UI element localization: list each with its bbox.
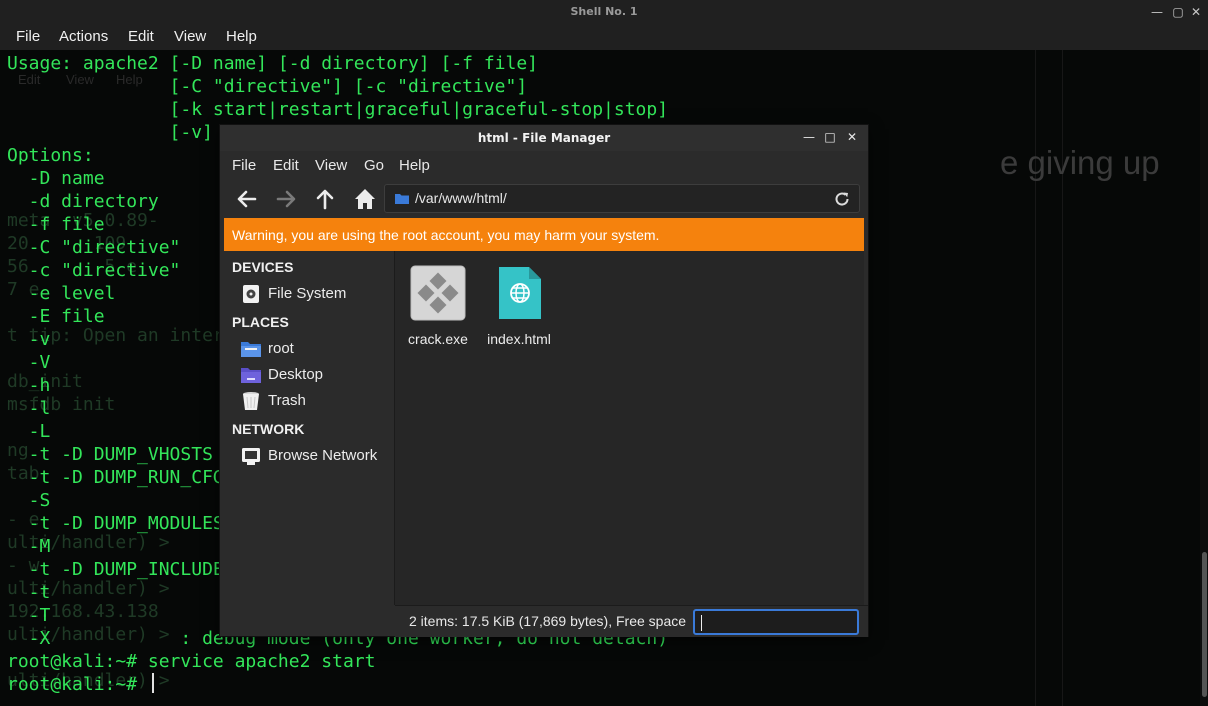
terminal-line: -f file	[7, 214, 105, 235]
arrow-left-icon	[237, 190, 257, 208]
reload-icon[interactable]	[833, 190, 851, 208]
close-icon[interactable]: ✕	[844, 129, 860, 145]
file-manager-title: html - File Manager	[477, 131, 611, 145]
fm-menu-go[interactable]: Go	[364, 157, 384, 174]
back-button[interactable]	[233, 185, 261, 213]
status-text: 2 items: 17.5 KiB (17,869 bytes), Free s…	[409, 613, 687, 629]
menu-edit[interactable]: Edit	[128, 28, 154, 45]
fm-menu-file[interactable]: File	[232, 157, 256, 174]
terminal-line: -E file	[7, 306, 105, 327]
menu-view[interactable]: View	[174, 28, 206, 45]
terminal-line: -L	[7, 421, 51, 442]
drive-icon	[243, 285, 259, 303]
file-name: crack.exe	[408, 331, 468, 347]
maximize-icon[interactable]: ▢	[1169, 3, 1187, 21]
sidebar-item-label: Desktop	[268, 366, 324, 383]
html-file-icon	[491, 265, 547, 321]
menu-actions[interactable]: Actions	[59, 28, 108, 45]
home-button[interactable]	[351, 185, 379, 213]
sidebar-item-label: Browse Network	[268, 447, 378, 464]
executable-icon	[410, 265, 466, 321]
terminal-cursor	[151, 673, 154, 693]
desktop-folder-icon	[241, 368, 261, 383]
terminal-prompt-text: root@kali:~#	[7, 674, 148, 695]
terminal-line: -e level	[7, 283, 116, 304]
terminal-line: [-v]	[7, 122, 213, 143]
terminal-line: -V	[7, 352, 51, 373]
root-warning-banner: Warning, you are using the root account,…	[224, 218, 864, 251]
folder-icon	[241, 342, 261, 357]
menu-help[interactable]: Help	[226, 28, 257, 45]
terminal-line: -t -D DUMP_RUN_CFG	[7, 467, 224, 488]
sidebar-item-label: root	[268, 340, 294, 357]
fm-menu-view[interactable]: View	[315, 157, 347, 174]
terminal-line: -d directory	[7, 191, 159, 212]
location-path: /var/www/html/	[415, 190, 507, 206]
root-warning-text: Warning, you are using the root account,…	[232, 227, 660, 243]
sidebar-header-network: NETWORK	[232, 421, 305, 437]
location-bar[interactable]: /var/www/html/	[384, 184, 860, 213]
file-manager-window: html - File Manager — □ ✕ File Edit View…	[220, 125, 868, 637]
terminal-line: -t -D DUMP_INCLUDES	[7, 559, 235, 580]
folder-icon	[395, 194, 409, 204]
file-view[interactable]: crack.exe index.html	[395, 251, 864, 605]
maximize-icon[interactable]: □	[822, 129, 838, 145]
fm-menu-help[interactable]: Help	[399, 157, 430, 174]
background-text: e giving up	[1000, 144, 1160, 181]
trash-icon	[243, 392, 259, 410]
sidebar-header-devices: DEVICES	[232, 259, 294, 275]
sidebar-header-places: PLACES	[232, 314, 289, 330]
terminal-line: [-C "directive"] [-c "directive"]	[7, 76, 528, 97]
terminal-prompt[interactable]: root@kali:~#	[7, 673, 154, 696]
terminal-line: -M	[7, 536, 51, 557]
terminal-line: -T	[7, 605, 51, 626]
terminal-line: Options:	[7, 145, 94, 166]
file-item-crack-exe[interactable]: crack.exe	[398, 265, 478, 347]
terminal-line: -D name	[7, 168, 105, 189]
minimize-icon[interactable]: —	[1148, 3, 1166, 21]
file-name: index.html	[487, 331, 551, 347]
terminal-line: -c "directive"	[7, 260, 181, 281]
sidebar: DEVICES File System PLACES root Desktop …	[220, 251, 394, 605]
file-item-index-html[interactable]: index.html	[479, 265, 559, 347]
sidebar-item-label: File System	[268, 285, 347, 302]
status-bar-left	[220, 605, 395, 636]
terminal-line: [-k start|restart|graceful|graceful-stop…	[7, 99, 669, 120]
terminal-scroll-thumb[interactable]	[1202, 552, 1207, 697]
terminal-line: -h	[7, 375, 51, 396]
fm-menu-edit[interactable]: Edit	[273, 157, 299, 174]
terminal-titlebar: Shell No. 1 — ▢ ✕	[0, 0, 1208, 24]
file-manager-menubar: File Edit View Go Help	[220, 151, 868, 179]
close-icon[interactable]: ✕	[1187, 3, 1205, 21]
terminal-line: root@kali:~# service apache2 start	[7, 651, 376, 672]
terminal-line: -t -D DUMP_MODULES	[7, 513, 224, 534]
input-cursor	[701, 615, 702, 631]
terminal-line: -v	[7, 329, 51, 350]
terminal-line: Usage: apache2 [-D name] [-d directory] …	[7, 53, 539, 74]
terminal-title: Shell No. 1	[570, 5, 638, 18]
terminal-line: -S	[7, 490, 51, 511]
sidebar-item-label: Trash	[268, 392, 306, 409]
terminal-line: -t -D DUMP_VHOSTS	[7, 444, 213, 465]
terminal-line: -C "directive"	[7, 237, 181, 258]
arrow-right-icon	[276, 190, 296, 208]
menu-file[interactable]: File	[16, 28, 40, 45]
minimize-icon[interactable]: —	[801, 129, 817, 145]
home-icon	[355, 189, 375, 209]
status-bar: 2 items: 17.5 KiB (17,869 bytes), Free s…	[395, 605, 868, 637]
terminal-menubar: File Actions Edit View Help	[0, 24, 1208, 50]
up-button[interactable]	[311, 185, 339, 213]
file-manager-titlebar[interactable]: html - File Manager — □ ✕	[220, 125, 868, 151]
forward-button[interactable]	[272, 185, 300, 213]
rename-input[interactable]	[693, 609, 859, 635]
network-icon	[242, 448, 260, 465]
terminal-line: -t	[7, 582, 51, 603]
terminal-line: -l	[7, 398, 51, 419]
arrow-up-icon	[316, 189, 334, 210]
